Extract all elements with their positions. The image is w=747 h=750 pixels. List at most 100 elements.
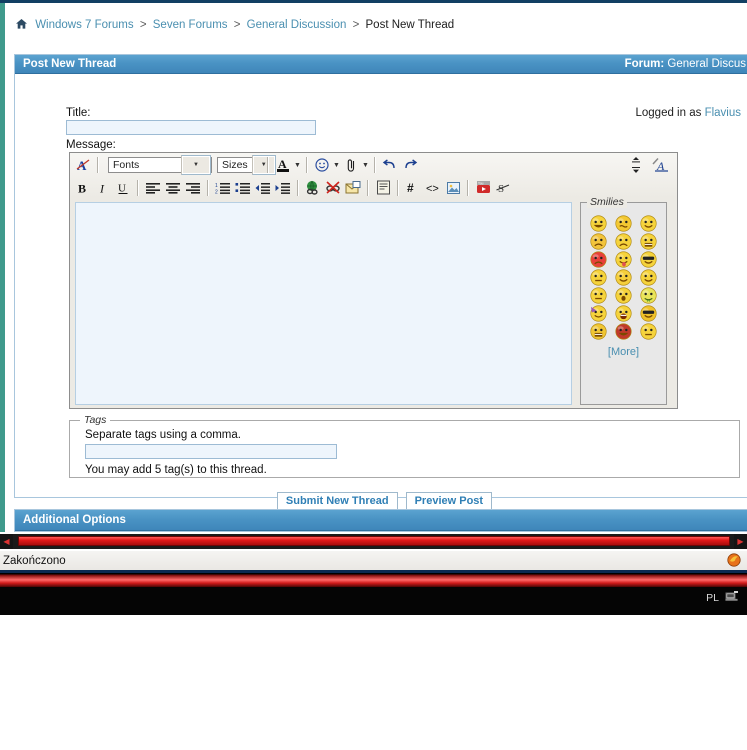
insert-html-code-button[interactable]: <> [423,178,443,197]
editor-toolbar: A Fonts ▼ Sizes ▼ [70,153,677,198]
font-color-icon[interactable]: A [273,156,293,175]
form-actions: Submit New Thread Preview Post [15,492,747,510]
submit-new-thread-button[interactable]: Submit New Thread [276,492,398,510]
toolbar-divider [374,157,376,173]
additional-options-title: Additional Options [23,514,126,526]
smilie-arrow[interactable] [590,287,607,304]
toolbar-divider [297,179,299,196]
smilie-smile[interactable] [640,215,657,232]
post-new-thread-panel: Post New Thread Forum: General Discus Ti… [14,54,747,510]
breadcrumb-link-windows-7-forums[interactable]: Windows 7 Forums [35,19,133,31]
logged-in-username[interactable]: Flavius [705,107,741,119]
smilie-chevron-down-icon[interactable]: ▼ [332,156,341,174]
scrollbar-thumb[interactable] [18,536,730,546]
chevron-down-icon[interactable]: ▼ [181,155,211,175]
smilies-more-link[interactable]: [More] [608,346,639,358]
smilie-icon[interactable] [312,156,332,175]
font-family-select[interactable]: Fonts ▼ [108,155,212,175]
smilie-sunglasses[interactable] [640,305,657,322]
smilie-mad[interactable] [590,251,607,268]
toolbar-row-1-right: A [626,156,674,175]
smilie-devil[interactable] [615,323,632,340]
status-text: Zakończono [3,555,66,567]
forum-indicator: Forum: General Discus [625,58,746,70]
align-left-button[interactable] [143,178,163,197]
svg-text:#: # [407,181,414,195]
smilie-eek[interactable] [640,233,657,250]
insert-video-button[interactable]: You [473,178,493,197]
preview-post-button[interactable]: Preview Post [405,492,493,510]
smilie-blush[interactable] [615,269,632,286]
attachment-chevron-down-icon[interactable]: ▼ [361,156,370,174]
remove-link-button[interactable] [323,178,343,197]
smilies-more: [More] [581,346,666,358]
attachment-icon[interactable] [341,156,361,175]
scroll-left-arrow-icon[interactable]: ◀ [0,534,13,549]
network-tray-icon[interactable] [725,590,739,605]
font-size-value: Sizes [222,159,248,171]
breadcrumb-link-seven-forums[interactable]: Seven Forums [153,19,228,31]
smilie-surprised[interactable] [615,287,632,304]
firefox-icon[interactable] [727,552,741,570]
breadcrumb-link-general-discussion[interactable]: General Discussion [247,19,347,31]
insert-email-button[interactable] [343,178,363,197]
insert-link-button[interactable] [303,178,323,197]
align-center-button[interactable] [163,178,183,197]
smilie-big-grin[interactable] [590,215,607,232]
title-input[interactable] [66,120,316,135]
indent-button[interactable] [273,178,293,197]
font-family-value: Fonts [113,159,140,171]
forum-label: Forum: [624,58,665,70]
toolbar-divider [207,179,209,196]
insert-image-button[interactable] [443,178,463,197]
smilie-think[interactable] [640,323,657,340]
font-size-select[interactable]: Sizes ▼ [217,155,276,175]
redo-icon[interactable] [400,156,420,175]
svg-text:You: You [478,181,484,185]
system-tray: PL [706,590,739,605]
message-label: Message: [66,139,116,151]
additional-options-header[interactable]: Additional Options [15,510,747,531]
smilie-cool[interactable] [640,251,657,268]
panel-header-bar: Post New Thread Forum: General Discus [15,55,747,74]
additional-options-panel[interactable]: Additional Options [14,509,747,532]
smilie-sick[interactable] [640,287,657,304]
horizontal-scrollbar[interactable]: ◀ ▶ [0,534,747,549]
strikethrough-button[interactable]: S [493,178,513,197]
toolbar-divider [467,179,469,196]
italic-button[interactable]: I [93,178,113,197]
smilie-rolleyes[interactable] [590,269,607,286]
toolbar-divider [306,157,308,173]
toggle-wysiwyg-icon[interactable]: A [650,156,670,175]
editor-body: Smilies [More] [70,196,677,411]
remove-formatting-icon[interactable]: A [73,156,93,175]
home-icon[interactable] [16,19,27,32]
unordered-list-button[interactable] [233,178,253,197]
align-right-button[interactable] [183,178,203,197]
smilie-wink[interactable] [640,269,657,286]
resize-editor-icon[interactable] [626,156,646,175]
underline-button[interactable]: U [113,178,133,197]
font-color-chevron-down-icon[interactable]: ▼ [293,156,302,174]
smilie-cry[interactable] [590,233,607,250]
undo-icon[interactable] [380,156,400,175]
bold-button[interactable]: B [73,178,93,197]
tags-input[interactable] [85,444,337,459]
toolbar-divider [397,179,399,196]
outdent-button[interactable] [253,178,273,197]
smilie-shock[interactable] [590,323,607,340]
smilie-frown[interactable] [615,233,632,250]
smilie-party[interactable] [590,305,607,322]
language-indicator[interactable]: PL [706,592,719,604]
scrollbar-track[interactable] [13,534,734,549]
smilie-laugh[interactable] [615,305,632,322]
breadcrumb-separator-2: > [233,19,241,31]
ordered-list-button[interactable]: 1 2 [213,178,233,197]
insert-code-hash-button[interactable]: # [403,178,423,197]
insert-quote-button[interactable] [373,178,393,197]
scroll-right-arrow-icon[interactable]: ▶ [734,534,747,549]
taskbar-gradient-strip [0,574,747,587]
message-textarea[interactable] [75,202,572,405]
smilie-confused[interactable] [615,215,632,232]
smilie-tongue[interactable] [615,251,632,268]
